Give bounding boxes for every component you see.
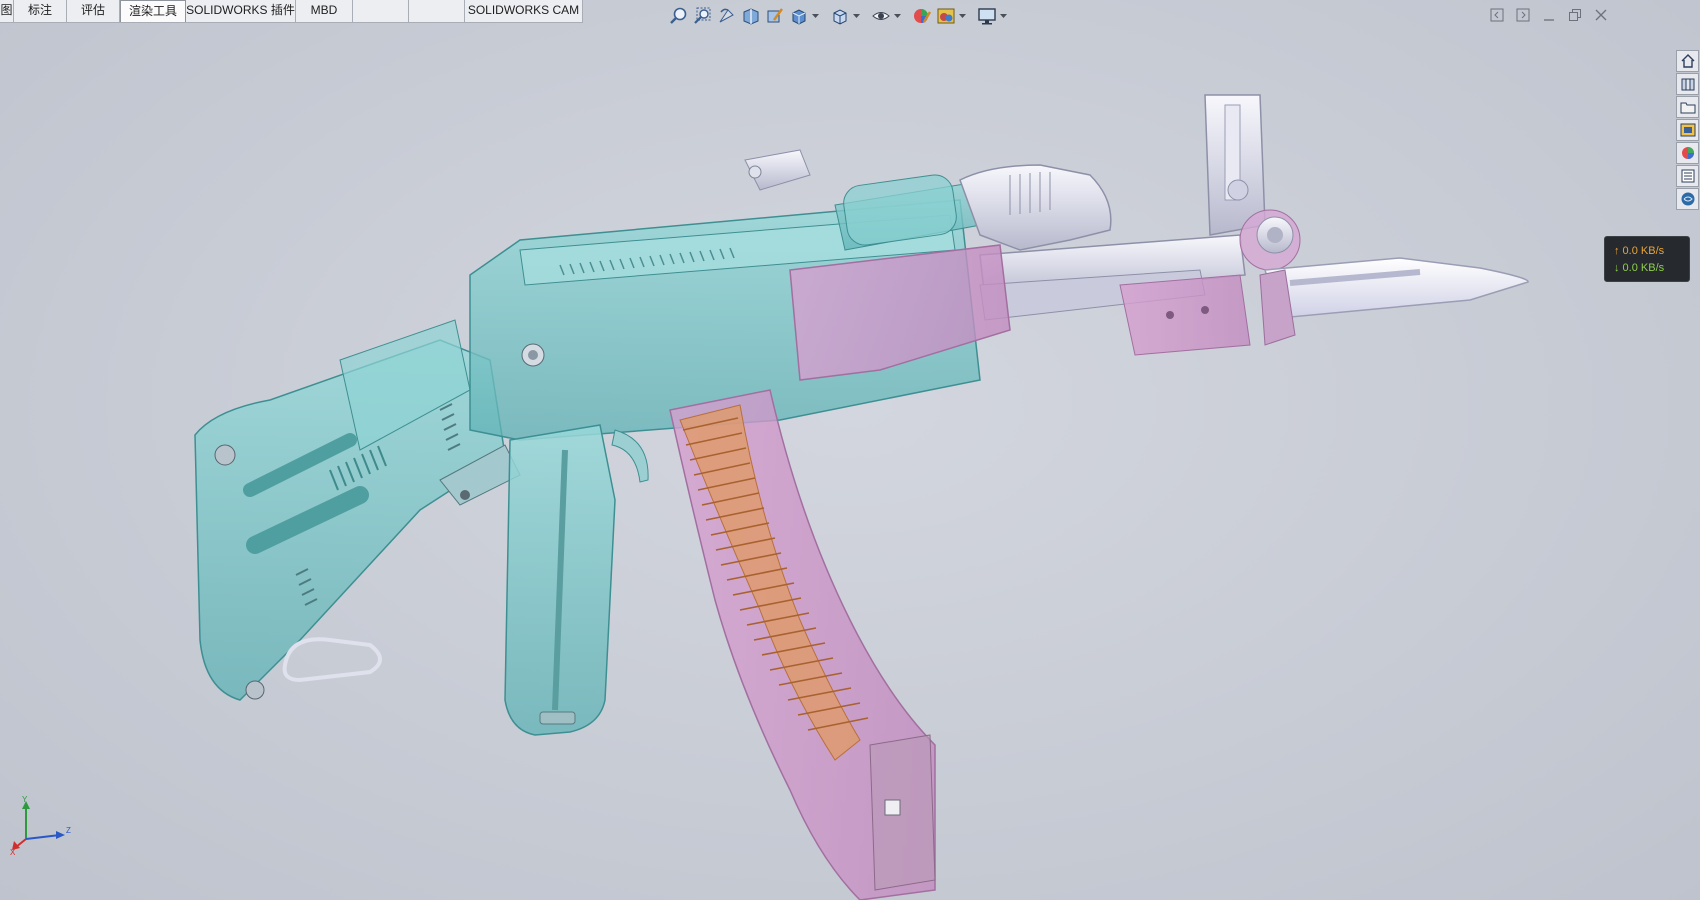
- ak-rifle-model[interactable]: [194, 94, 1529, 900]
- tab-blank-2[interactable]: [409, 0, 465, 22]
- sling-swivel: [282, 637, 382, 683]
- tab-render-tools[interactable]: 渲染工具: [120, 0, 186, 22]
- graphics-area[interactable]: [0, 23, 1700, 900]
- close-icon[interactable]: [1592, 6, 1610, 24]
- triad-z-label: Z: [66, 826, 71, 835]
- restore-icon[interactable]: [1566, 6, 1584, 24]
- tile-right-icon[interactable]: [1514, 6, 1532, 24]
- tab-solidworks-cam[interactable]: SOLIDWORKS CAM: [465, 0, 583, 22]
- tab-blank-1[interactable]: [353, 0, 409, 22]
- reference-triad: Y Z X: [10, 795, 71, 855]
- tab-mbd[interactable]: MBD: [296, 0, 353, 22]
- trigger: [611, 429, 649, 483]
- triad-y-label: Y: [22, 795, 28, 804]
- tab-markup[interactable]: 标注: [14, 0, 67, 22]
- minimize-icon[interactable]: [1540, 6, 1558, 24]
- document-window-controls: [1488, 6, 1610, 24]
- command-manager-tabs: 图 标注 评估 渲染工具 SOLIDWORKS 插件 MBD SOLIDWORK…: [0, 0, 583, 23]
- triad-x-label: X: [10, 848, 16, 855]
- tab-solidworks-addins[interactable]: SOLIDWORKS 插件: [186, 0, 296, 22]
- tile-left-icon[interactable]: [1488, 6, 1506, 24]
- tab-sketch[interactable]: 图: [0, 0, 14, 22]
- bayonet-blade: [1264, 257, 1529, 319]
- tab-evaluate[interactable]: 评估: [67, 0, 120, 22]
